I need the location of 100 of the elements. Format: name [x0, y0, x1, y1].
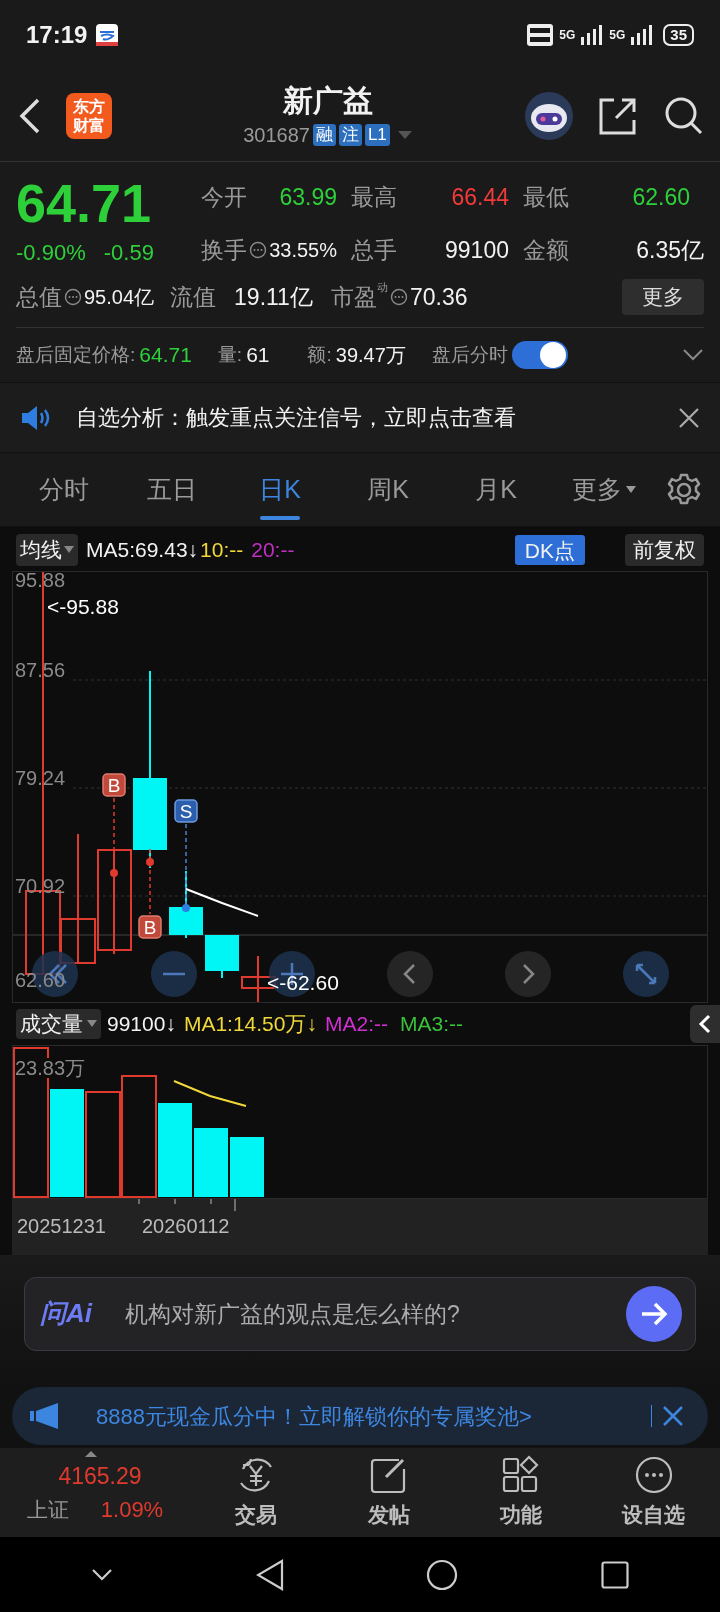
ma3-value: MA3:--: [400, 1011, 463, 1038]
indicator-dropdown[interactable]: 成交量: [16, 1009, 101, 1039]
stock-code: 301687: [243, 122, 310, 148]
stat-label: 换手: [201, 235, 247, 265]
stock-tag: 融: [312, 123, 336, 146]
high-price-label: <-95.88: [47, 596, 119, 617]
nav-tab[interactable]: 交易: [190, 1454, 323, 1531]
stat-label: 总值: [16, 282, 62, 312]
home-icon[interactable]: [426, 1558, 459, 1591]
toggle-label: 盘后分时: [431, 342, 508, 367]
stat-label: 总手: [351, 235, 397, 265]
robot-avatar-icon[interactable]: [524, 90, 574, 141]
change-percent: -0.90%: [16, 239, 86, 267]
stat-value: 95.04亿: [84, 285, 155, 310]
volume-axis-label: 23.83万: [15, 1058, 86, 1078]
notice-text[interactable]: 自选分析：触发重点关注信号，立即点击查看: [76, 401, 516, 434]
stat-label: 市盈: [330, 283, 377, 312]
chevron-left-icon: [698, 1014, 712, 1034]
recent-apps-icon[interactable]: [600, 1560, 629, 1589]
nav-tab[interactable]: 发帖: [322, 1454, 455, 1531]
close-icon[interactable]: [662, 1405, 684, 1427]
previous-button[interactable]: [387, 951, 433, 997]
stat-value: 62.60: [632, 183, 690, 212]
signal-icon: [631, 25, 654, 45]
stat-value: 33.55%: [269, 237, 337, 263]
chart-tab[interactable]: 分时: [10, 453, 118, 526]
stat-label: 今开: [201, 183, 247, 212]
chart-tab[interactable]: 五日: [118, 453, 226, 526]
chart-tab[interactable]: 更多: [550, 453, 658, 526]
index-name: 上证: [26, 1497, 69, 1523]
caret-up-icon: [85, 1450, 97, 1457]
nav-tab[interactable]: 设自选: [587, 1454, 720, 1531]
caret-icon: [87, 1020, 97, 1028]
after-hours-price: 64.71: [139, 342, 192, 369]
arrow-right-icon: [640, 1302, 668, 1326]
amount-label: 额:: [307, 342, 332, 367]
candle: [169, 870, 203, 939]
stat-label: 流值: [170, 282, 217, 312]
cloud-app-icon: [95, 23, 120, 47]
candle: [205, 935, 239, 979]
chart-tab[interactable]: 日K: [226, 453, 334, 526]
ma20-value: 20:--: [251, 537, 295, 564]
stat-label: 最高: [351, 183, 397, 212]
back-icon[interactable]: [255, 1558, 284, 1591]
indicator-dropdown[interactable]: 均线: [16, 534, 78, 566]
current-price: 64.71: [16, 172, 153, 234]
low-price-label: <-62.60: [267, 972, 339, 993]
nav-tab[interactable]: 功能: [455, 1454, 588, 1531]
signal-icon: [581, 25, 604, 45]
volume-current: 99100↓: [107, 1011, 176, 1038]
close-icon[interactable]: [678, 406, 700, 429]
fullscreen-button[interactable]: [623, 951, 669, 997]
info-icon[interactable]: [389, 288, 408, 306]
stat-value: 70.36: [409, 282, 468, 312]
signal-leader-line: [113, 797, 115, 851]
chevron-down-icon[interactable]: [682, 348, 704, 362]
buy-marker: B: [102, 773, 126, 797]
signal-dot: [146, 858, 154, 866]
battery-level: 35: [663, 24, 694, 46]
index-change: 1.09%: [100, 1496, 164, 1525]
superscript-label: 动: [376, 280, 388, 293]
volume-bar: [230, 1137, 264, 1197]
stat-value: 99100: [445, 235, 509, 265]
chart-tab[interactable]: 月K: [442, 453, 550, 526]
volume-label: 量:: [217, 342, 243, 367]
network-label: 5G: [559, 29, 576, 41]
signal-dot: [110, 869, 118, 877]
stat-value: 6.35亿: [636, 235, 704, 265]
ma1-value: MA1:14.50万↓: [183, 1011, 317, 1038]
ma2-value: MA2:--: [325, 1011, 388, 1038]
stock-name: 新广益: [283, 82, 373, 119]
caret-icon: [64, 546, 74, 554]
stat-value: 63.99: [279, 183, 337, 212]
chevron-down-icon[interactable]: [91, 1567, 114, 1582]
chart-tab[interactable]: 周K: [334, 453, 442, 526]
toggle-switch[interactable]: [511, 341, 568, 369]
stat-label: 金额: [523, 235, 569, 265]
more-button[interactable]: 更多: [622, 279, 704, 315]
search-icon[interactable]: [664, 95, 704, 136]
signal-leader-line: [149, 848, 151, 915]
buy-marker: B: [138, 915, 162, 939]
dk-button[interactable]: DK点: [514, 535, 585, 565]
zoom-out-button[interactable]: [151, 951, 197, 997]
ma10-value: 10:--: [200, 537, 244, 564]
app-logo: 东方财富: [66, 92, 112, 139]
date-label: 20251231: [17, 1214, 106, 1239]
adjust-button[interactable]: 前复权: [625, 534, 704, 566]
amount-value: 39.47万: [335, 343, 406, 368]
collapse-button[interactable]: [690, 1005, 720, 1043]
stock-tag: L1: [364, 123, 390, 146]
change-amount: -0.59: [103, 239, 154, 267]
stat-value: 66.44: [451, 183, 509, 212]
next-button[interactable]: [505, 951, 551, 997]
index-value: 4165.29: [58, 1461, 142, 1491]
signal-dot: [182, 904, 190, 912]
info-icon[interactable]: [64, 288, 82, 306]
date-label: 20260112: [142, 1214, 230, 1239]
info-icon[interactable]: [249, 240, 268, 259]
stat-label: 最低: [523, 183, 569, 212]
stock-tag: 注: [338, 123, 362, 146]
